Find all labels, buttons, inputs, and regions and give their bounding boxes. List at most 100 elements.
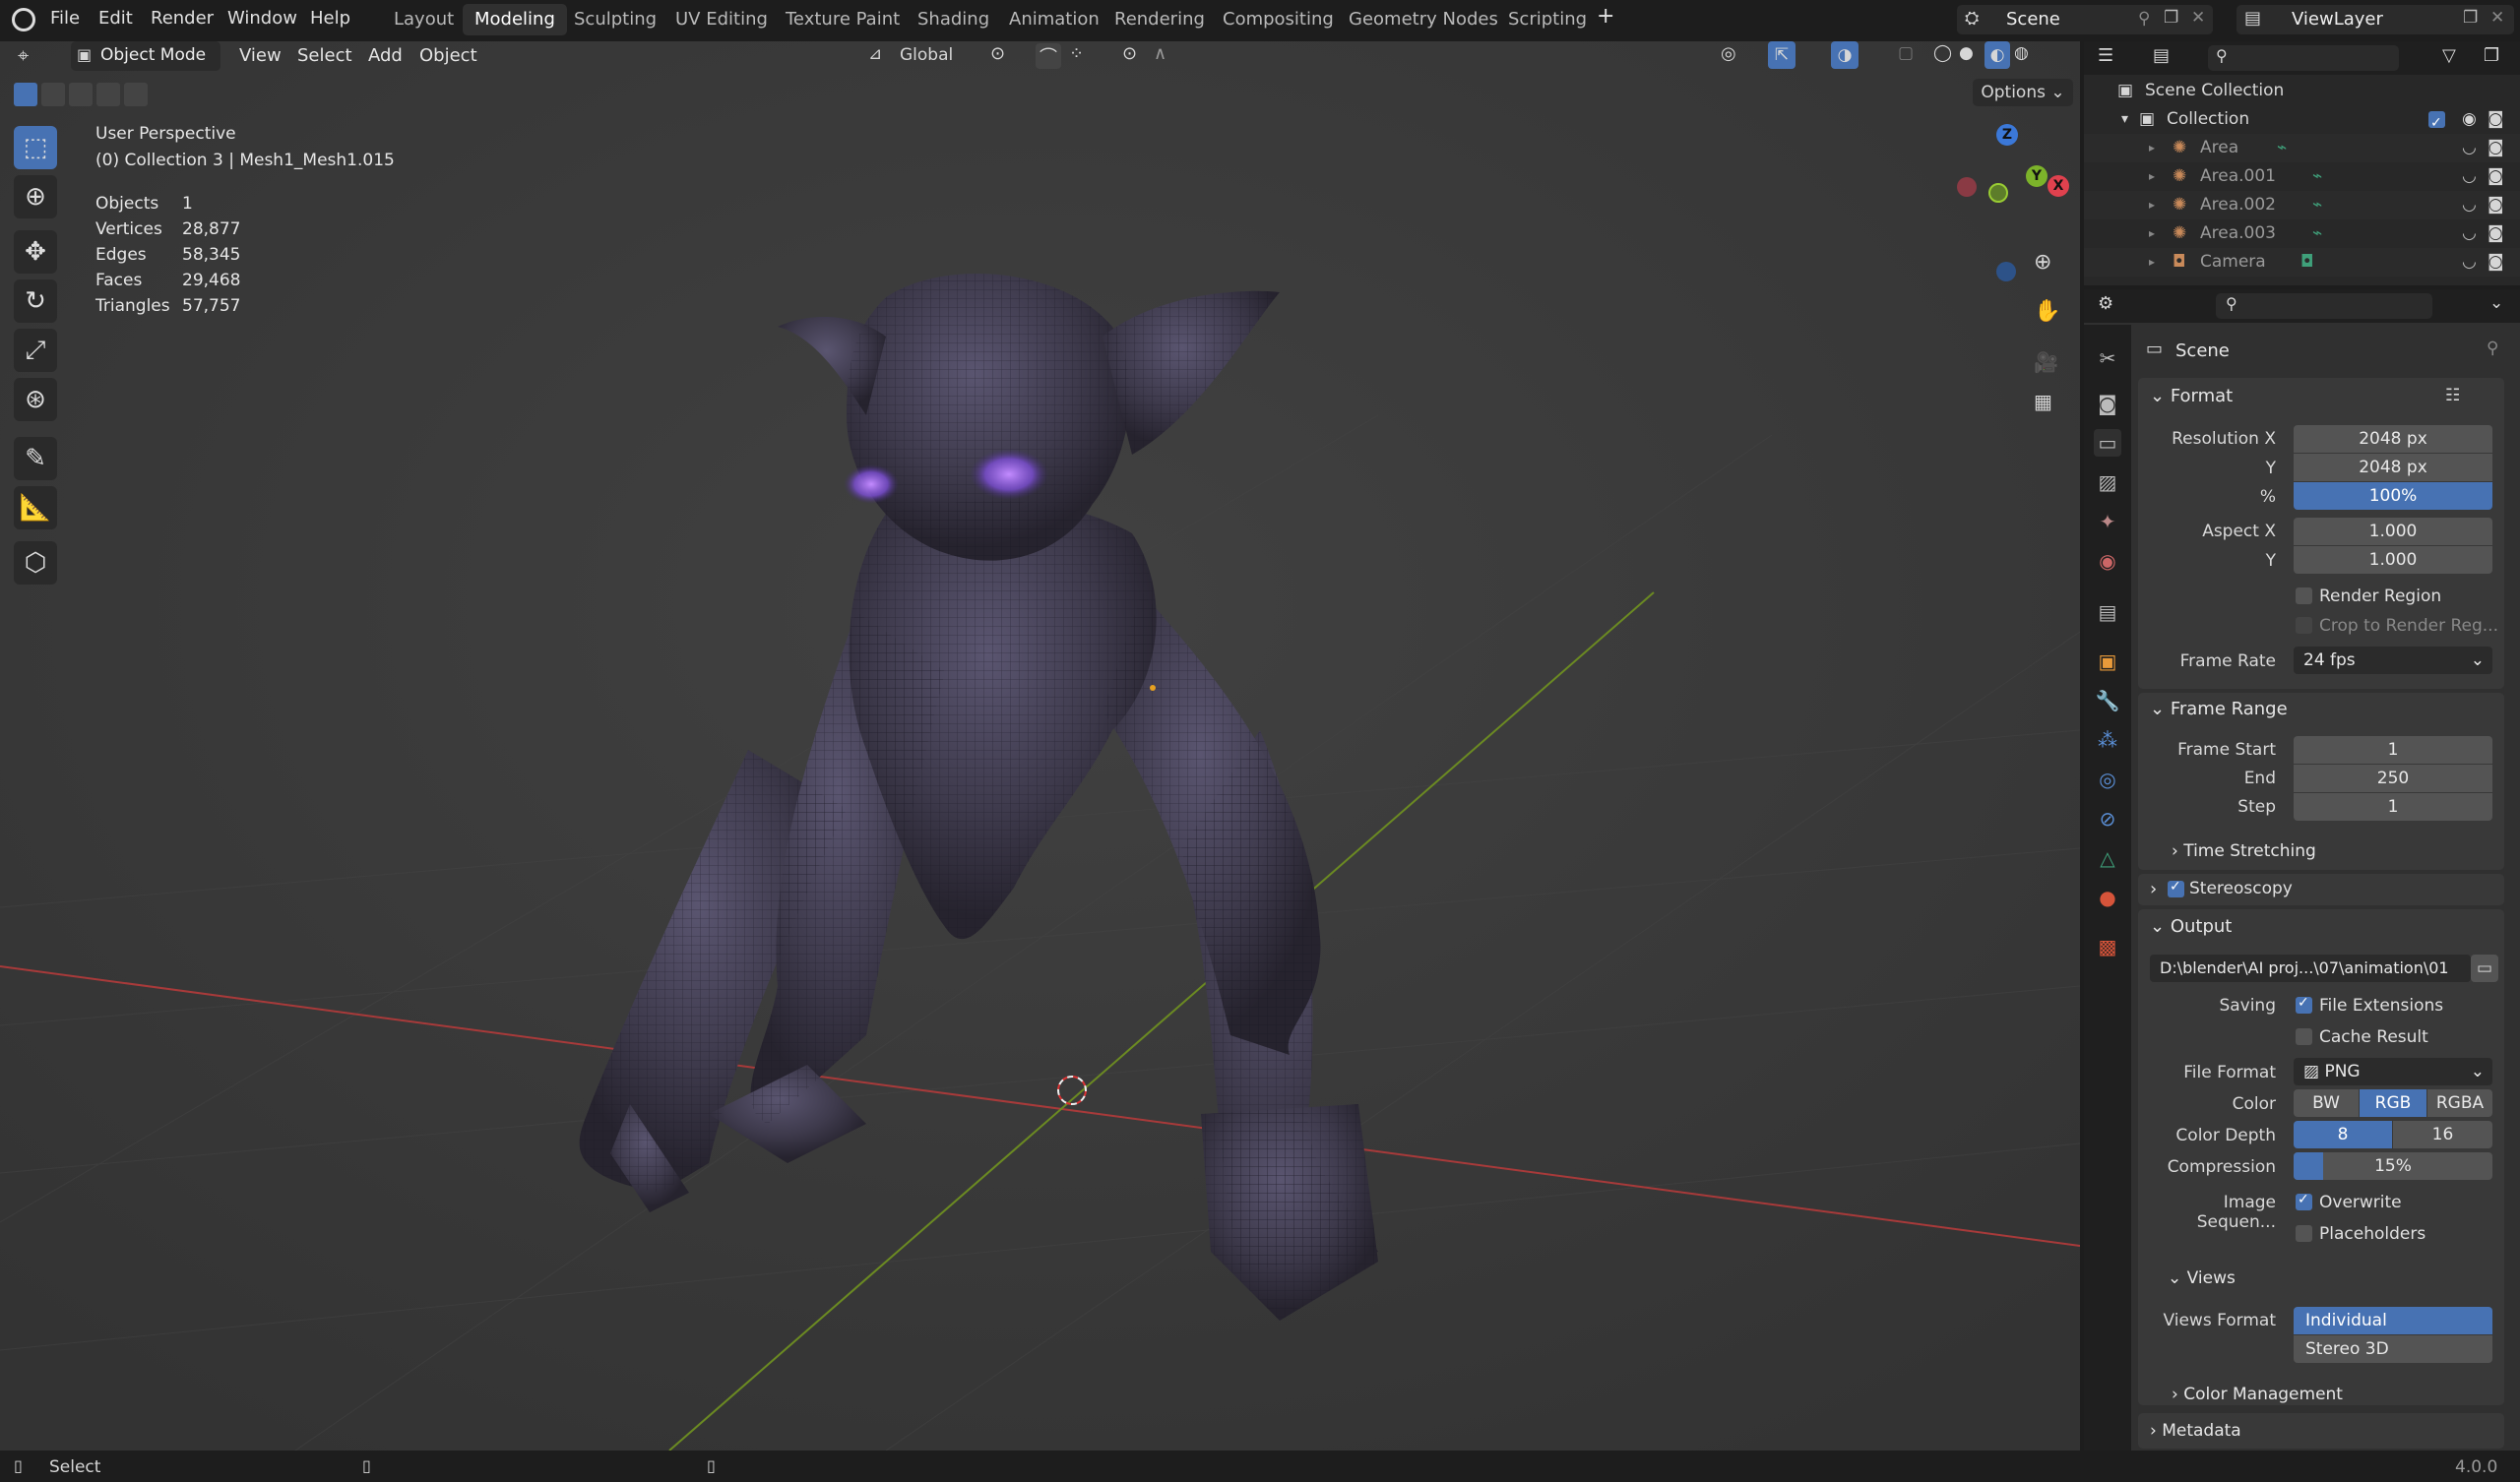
render-camera-icon[interactable]: ◙ [2488, 134, 2504, 162]
properties-search-input[interactable]: ⚲ [2216, 293, 2432, 319]
viewport-menu-select[interactable]: Select [297, 45, 352, 66]
new-layer-icon[interactable]: ❐ [2463, 8, 2478, 28]
expand-arrow-icon[interactable]: ▸ [2149, 134, 2155, 162]
pin-icon[interactable]: ⚲ [2487, 339, 2498, 358]
gizmo-neg-x[interactable] [1957, 177, 1977, 197]
new-collection-icon[interactable]: ❐ [2484, 45, 2499, 66]
expand-arrow-icon[interactable]: ▸ [2149, 248, 2155, 277]
views-stereo-option[interactable]: Stereo 3D [2294, 1335, 2492, 1363]
add-cube-tool-icon[interactable]: ⬡ [14, 541, 57, 585]
render-camera-icon[interactable]: ◙ [2488, 219, 2504, 248]
pan-hand-icon[interactable]: ✋ [2034, 299, 2060, 324]
gizmo-z-axis[interactable]: Z [1996, 124, 2018, 146]
properties-editor-icon[interactable]: ⚙ [2098, 293, 2113, 314]
outliner-collection[interactable]: ▾ ▣ Collection ◉ ◙ [2084, 105, 2520, 138]
hidden-eye-icon[interactable]: ◡ [2462, 134, 2477, 162]
stereoscopy-expand-icon[interactable]: › [2150, 879, 2157, 899]
menu-window[interactable]: Window [227, 8, 297, 29]
tool-tab-icon[interactable]: ✂ [2094, 344, 2121, 372]
views-header[interactable]: ⌄ Views [2168, 1268, 2236, 1288]
color-rgba-button[interactable]: RGBA [2427, 1089, 2492, 1117]
expand-arrow-icon[interactable]: ▸ [2149, 162, 2155, 191]
filter-icon[interactable]: ▽ [2442, 45, 2456, 66]
gizmo-neg-y[interactable] [1988, 183, 2008, 203]
frame-rate-select[interactable]: 24 fps ⌄ [2294, 647, 2492, 674]
render-camera-icon[interactable]: ◙ [2488, 105, 2504, 134]
pin-icon[interactable]: ⚲ [2138, 9, 2150, 29]
texture-tab-icon[interactable]: ▩ [2094, 933, 2121, 960]
menu-render[interactable]: Render [151, 8, 214, 29]
blender-logo-icon[interactable] [12, 8, 35, 31]
frame-step-field[interactable]: 1 [2294, 793, 2492, 821]
gizmo-x-axis[interactable]: X [2048, 175, 2069, 197]
outliner-item-area-001[interactable]: ▸ ✺ Area.001 ⌁ ◡ ◙ [2084, 162, 2520, 191]
close-layer-icon[interactable]: ✕ [2490, 8, 2504, 28]
camera-view-icon[interactable]: 🎥 [2034, 350, 2058, 374]
tab-scripting[interactable]: Scripting [1496, 4, 1599, 35]
frame-start-field[interactable]: 1 [2294, 736, 2492, 764]
scene-selector[interactable]: ⛭ Scene ⚲ ❐ ✕ [1957, 5, 2213, 34]
viewport-menu-object[interactable]: Object [419, 45, 477, 66]
output-tab-icon[interactable]: ▭ [2094, 429, 2121, 457]
physics-tab-icon[interactable]: ◎ [2094, 766, 2121, 793]
view-layer-tab-icon[interactable]: ▨ [2094, 468, 2121, 496]
outliner-item-area[interactable]: ▸ ✺ Area ⌁ ◡ ◙ [2084, 134, 2520, 162]
render-tab-icon[interactable]: ◙ [2094, 390, 2121, 417]
menu-help[interactable]: Help [310, 8, 350, 29]
gizmo-y-axis[interactable]: Y [2026, 165, 2048, 187]
mode-selector[interactable]: ▣ Object Mode [71, 41, 220, 71]
close-icon[interactable]: ✕ [2191, 8, 2205, 28]
xray-icon[interactable]: ▢ [1898, 43, 1914, 63]
rendered-shading-icon[interactable]: ◍ [2014, 43, 2029, 63]
wireframe-shading-icon[interactable]: ◯ [1933, 43, 1952, 63]
aspect-y-field[interactable]: 1.000 [2294, 546, 2492, 574]
placeholders-checkbox[interactable] [2296, 1225, 2312, 1242]
select-mode-set-icon[interactable] [14, 83, 37, 106]
move-tool-icon[interactable]: ✥ [14, 230, 57, 274]
stereoscopy-checkbox[interactable] [2168, 879, 2184, 897]
crop-checkbox[interactable] [2296, 617, 2312, 634]
3d-viewport[interactable]: ⌖ ▣ Object Mode View Select Add Object ⊿… [0, 41, 2080, 1451]
orientation-selector[interactable]: ⊿ Global [866, 41, 976, 71]
add-workspace-icon[interactable]: + [1597, 4, 1614, 29]
world-tab-icon[interactable]: ◉ [2094, 547, 2121, 575]
compression-slider[interactable]: 15% [2294, 1152, 2492, 1180]
material-tab-icon[interactable]: ● [2094, 884, 2121, 911]
tab-geometry-nodes[interactable]: Geometry Nodes [1337, 4, 1510, 35]
modifier-tab-icon[interactable]: 🔧 [2094, 687, 2121, 714]
frame-end-field[interactable]: 250 [2294, 765, 2492, 792]
collection-include-checkbox[interactable] [2428, 109, 2445, 138]
gizmo-neg-z[interactable] [1996, 262, 2016, 281]
tab-shading[interactable]: Shading [906, 4, 1001, 35]
tab-rendering[interactable]: Rendering [1102, 4, 1217, 35]
cache-result-checkbox[interactable] [2296, 1028, 2312, 1045]
output-header[interactable]: ⌄ Output [2150, 916, 2232, 937]
annotate-tool-icon[interactable]: ✎ [14, 437, 57, 480]
outliner-scene-collection[interactable]: ▣ Scene Collection [2084, 77, 2520, 105]
perspective-toggle-icon[interactable]: ▦ [2034, 390, 2052, 413]
rotate-tool-icon[interactable]: ↻ [14, 279, 57, 323]
metadata-header[interactable]: › Metadata [2150, 1421, 2241, 1441]
select-box-tool-icon[interactable]: ⬚ [14, 126, 57, 169]
proportional-edit-icon[interactable]: ⊙ [1122, 43, 1137, 64]
color-bw-button[interactable]: BW [2294, 1089, 2359, 1117]
res-x-field[interactable]: 2048 px [2294, 425, 2492, 453]
render-camera-icon[interactable]: ◙ [2488, 248, 2504, 277]
transform-tool-icon[interactable]: ⊛ [14, 378, 57, 421]
gizmo-toggle-icon[interactable]: ⇱ [1768, 41, 1796, 69]
display-mode-icon[interactable]: ▤ [2153, 45, 2170, 66]
menu-file[interactable]: File [50, 8, 80, 29]
hidden-eye-icon[interactable]: ◡ [2462, 162, 2477, 191]
outliner-search-input[interactable]: ⚲ [2208, 45, 2399, 71]
outliner-editor-icon[interactable]: ☰ [2098, 45, 2113, 66]
expand-arrow-icon[interactable]: ▸ [2149, 219, 2155, 248]
select-mode-intersect-icon[interactable] [96, 83, 120, 106]
object-tab-icon[interactable]: ▣ [2094, 648, 2121, 675]
expand-arrow-icon[interactable]: ▸ [2149, 191, 2155, 219]
hidden-eye-icon[interactable]: ◡ [2462, 191, 2477, 219]
visibility-eye-icon[interactable]: ◉ [2462, 105, 2477, 134]
menu-edit[interactable]: Edit [98, 8, 133, 29]
tab-uv-editing[interactable]: UV Editing [663, 4, 780, 35]
format-panel-header[interactable]: ⌄ Format [2150, 386, 2233, 406]
color-rgb-button[interactable]: RGB [2360, 1089, 2426, 1117]
